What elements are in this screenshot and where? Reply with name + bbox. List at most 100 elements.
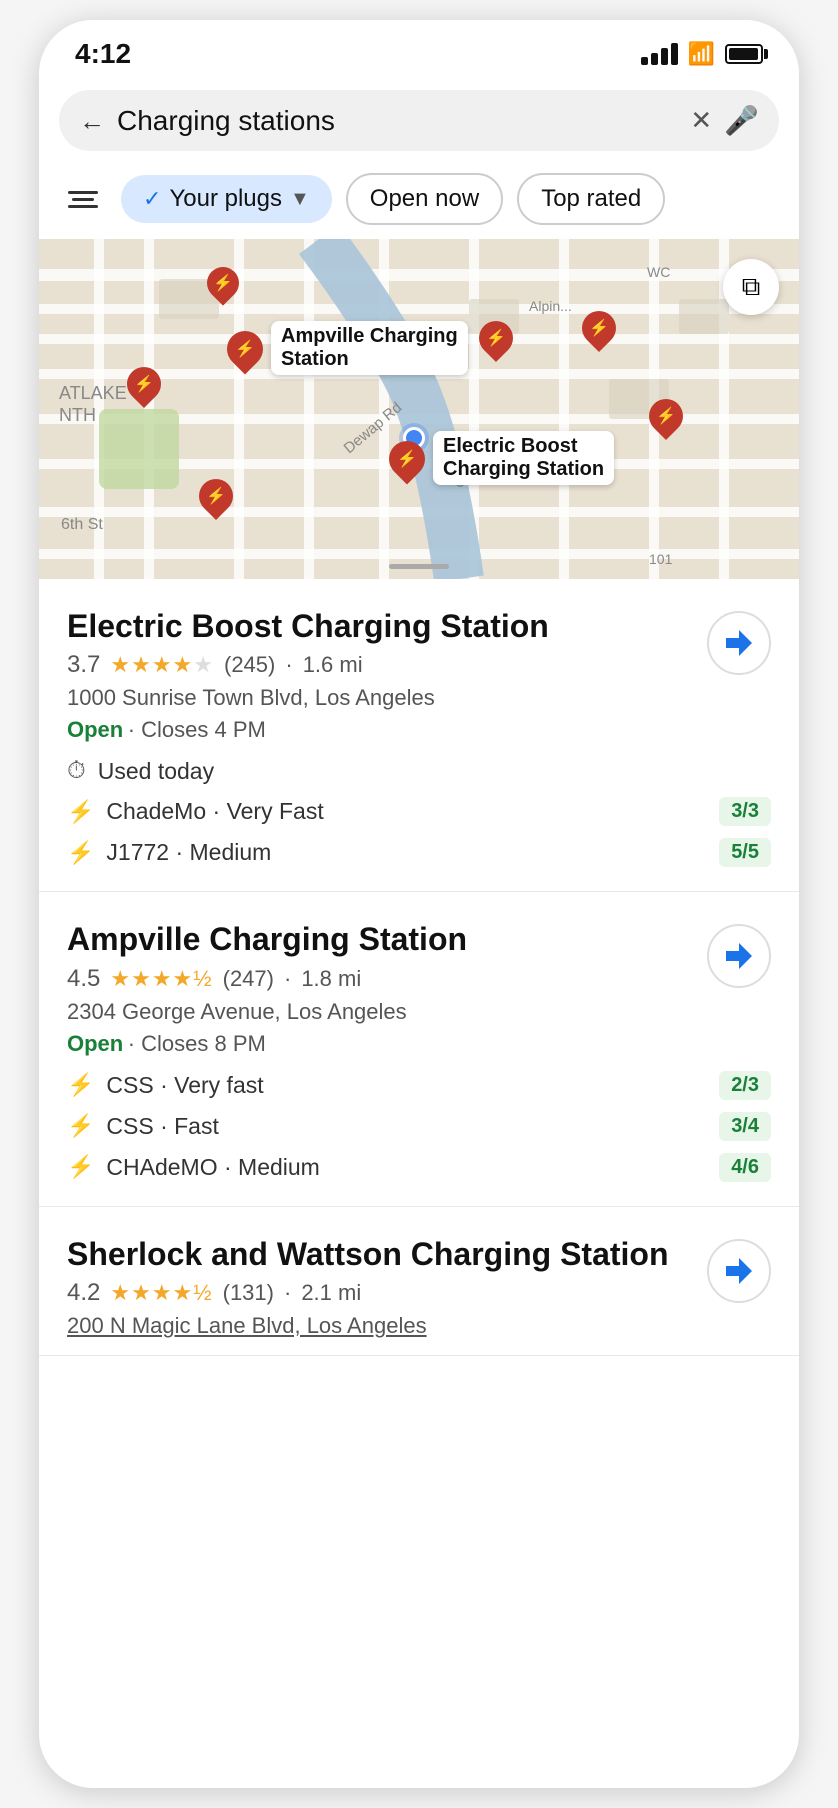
map-pin-electric-boost[interactable]: ⚡ Electric BoostCharging Station bbox=[389, 441, 425, 477]
battery-icon bbox=[725, 44, 763, 64]
charger-row-1-0: ⚡ ChadeMo · Very Fast 3/3 bbox=[67, 797, 771, 826]
svg-text:101: 101 bbox=[649, 551, 673, 567]
used-today-text: Used today bbox=[98, 758, 214, 785]
phone-frame: 4:12 📶 ← Charging stations ✕ 🎤 bbox=[39, 20, 799, 1788]
electric-boost-pin-label: Electric BoostCharging Station bbox=[433, 431, 614, 485]
rating-3: 4.2 bbox=[67, 1279, 100, 1307]
avail-badge-1-0: 3/3 bbox=[719, 797, 771, 826]
map-pin-6[interactable]: ⚡ bbox=[649, 399, 683, 433]
directions-icon-3 bbox=[724, 1256, 754, 1286]
status-row-2: Open · Closes 8 PM bbox=[67, 1031, 693, 1057]
avail-badge-2-1: 3/4 bbox=[719, 1112, 771, 1141]
mic-button[interactable]: 🎤 bbox=[724, 104, 759, 137]
result-name-1: Electric Boost Charging Station bbox=[67, 607, 693, 645]
directions-icon-2 bbox=[724, 941, 754, 971]
map-layers-button[interactable]: ⧉ bbox=[723, 259, 779, 315]
map-pin-5[interactable]: ⚡ bbox=[582, 311, 616, 345]
charger-row-left-2-1: ⚡ CSS · Fast bbox=[67, 1113, 219, 1140]
search-bar: ← Charging stations ✕ 🎤 bbox=[59, 90, 779, 151]
search-query[interactable]: Charging stations bbox=[117, 105, 678, 137]
status-open-2: Open bbox=[67, 1031, 123, 1056]
charger-row-2-0: ⚡ CSS · Very fast 2/3 bbox=[67, 1071, 771, 1100]
charger-row-left-2-2: ⚡ CHAdeMO · Medium bbox=[67, 1154, 320, 1181]
chip-open-now[interactable]: Open now bbox=[346, 173, 503, 225]
chip-top-rated-label: Top rated bbox=[541, 185, 641, 213]
map-pin-4[interactable]: ⚡ bbox=[127, 367, 161, 401]
charger-type-1-1: J1772 · Medium bbox=[106, 839, 271, 866]
dot-sep-3: · bbox=[284, 1280, 291, 1306]
address-1: 1000 Sunrise Town Blvd, Los Angeles bbox=[67, 685, 693, 711]
stars-1: ★★★★★ bbox=[110, 652, 214, 678]
result-name-3: Sherlock and Wattson Charging Station bbox=[67, 1235, 693, 1273]
search-bar-container: ← Charging stations ✕ 🎤 bbox=[39, 80, 799, 165]
status-time: 4:12 bbox=[75, 38, 131, 70]
result-header-2: Ampville Charging Station 4.5 ★★★★½ (247… bbox=[67, 920, 771, 1056]
charger-row-1-1: ⚡ J1772 · Medium 5/5 bbox=[67, 838, 771, 867]
closes-2: · Closes 8 PM bbox=[128, 1031, 266, 1056]
map-pin-1[interactable]: ⚡ bbox=[207, 267, 239, 299]
svg-text:Alpin...: Alpin... bbox=[529, 298, 572, 314]
result-extra-2: ⚡ CSS · Very fast 2/3 ⚡ CSS · Fast 3/4 ⚡ bbox=[67, 1071, 771, 1182]
result-meta-3: 4.2 ★★★★½ (131) · 2.1 mi bbox=[67, 1279, 693, 1307]
result-info-2: Ampville Charging Station 4.5 ★★★★½ (247… bbox=[67, 920, 693, 1056]
filter-adjust-button[interactable] bbox=[59, 179, 107, 219]
chip-open-now-label: Open now bbox=[370, 185, 479, 213]
chevron-down-icon: ▼ bbox=[290, 188, 310, 211]
adjust-icon bbox=[68, 191, 98, 208]
avail-badge-1-1: 5/5 bbox=[719, 838, 771, 867]
charger-type-2-0: CSS · Very fast bbox=[106, 1072, 263, 1099]
result-header-3: Sherlock and Wattson Charging Station 4.… bbox=[67, 1235, 771, 1345]
charger-row-left-1-0: ⚡ ChadeMo · Very Fast bbox=[67, 798, 324, 825]
ampville-pin-label: Ampville ChargingStation bbox=[271, 321, 468, 375]
svg-text:WC: WC bbox=[647, 264, 670, 280]
rating-1: 3.7 bbox=[67, 651, 100, 679]
results-container: Electric Boost Charging Station 3.7 ★★★★… bbox=[39, 579, 799, 1356]
bolt-icon-2-1: ⚡ bbox=[67, 1113, 94, 1139]
status-bar: 4:12 📶 bbox=[39, 20, 799, 80]
map-pin-3[interactable]: ⚡ bbox=[479, 321, 513, 355]
signal-icon bbox=[641, 43, 678, 65]
dot-sep-1: · bbox=[285, 652, 292, 678]
status-open-1: Open bbox=[67, 717, 123, 742]
svg-text:ATLAKE: ATLAKE bbox=[59, 383, 127, 403]
result-name-2: Ampville Charging Station bbox=[67, 920, 693, 958]
wifi-icon: 📶 bbox=[688, 41, 715, 67]
result-header-1: Electric Boost Charging Station 3.7 ★★★★… bbox=[67, 607, 771, 743]
check-icon: ✓ bbox=[143, 186, 161, 212]
result-info-3: Sherlock and Wattson Charging Station 4.… bbox=[67, 1235, 693, 1345]
result-card-electric-boost: Electric Boost Charging Station 3.7 ★★★★… bbox=[39, 579, 799, 892]
clock-icon: ⏱ bbox=[67, 757, 86, 785]
distance-1: 1.6 mi bbox=[303, 652, 363, 678]
chip-your-plugs-label: Your plugs bbox=[169, 185, 282, 213]
map-pin-ampville[interactable]: ⚡ Ampville ChargingStation bbox=[227, 331, 263, 367]
result-meta-2: 4.5 ★★★★½ (247) · 1.8 mi bbox=[67, 965, 693, 993]
reviews-1: (245) bbox=[224, 652, 275, 678]
map-svg: ATLAKE NTH 6th St Dewap Rd Orland Ave Al… bbox=[39, 239, 799, 579]
status-icons: 📶 bbox=[641, 41, 763, 67]
avail-badge-2-2: 4/6 bbox=[719, 1153, 771, 1182]
directions-button-1[interactable] bbox=[707, 611, 771, 675]
layers-icon: ⧉ bbox=[742, 271, 761, 303]
clear-button[interactable]: ✕ bbox=[690, 105, 712, 136]
bolt-icon-2-0: ⚡ bbox=[67, 1072, 94, 1098]
rating-2: 4.5 bbox=[67, 965, 100, 993]
map-pin-8[interactable]: ⚡ bbox=[199, 479, 233, 513]
directions-button-2[interactable] bbox=[707, 924, 771, 988]
distance-2: 1.8 mi bbox=[301, 966, 361, 992]
svg-text:NTH: NTH bbox=[59, 405, 96, 425]
back-button[interactable]: ← bbox=[79, 108, 105, 134]
used-today-row: ⏱ Used today bbox=[67, 757, 771, 785]
map-container[interactable]: ATLAKE NTH 6th St Dewap Rd Orland Ave Al… bbox=[39, 239, 799, 579]
reviews-2: (247) bbox=[223, 966, 274, 992]
result-meta-1: 3.7 ★★★★★ (245) · 1.6 mi bbox=[67, 651, 693, 679]
result-extra-1: ⏱ Used today ⚡ ChadeMo · Very Fast 3/3 ⚡… bbox=[67, 757, 771, 867]
stars-3: ★★★★½ bbox=[110, 1280, 212, 1306]
chip-your-plugs[interactable]: ✓ Your plugs ▼ bbox=[121, 175, 332, 223]
filter-row: ✓ Your plugs ▼ Open now Top rated bbox=[39, 165, 799, 239]
chip-top-rated[interactable]: Top rated bbox=[517, 173, 665, 225]
reviews-3: (131) bbox=[223, 1280, 274, 1306]
address-2: 2304 George Avenue, Los Angeles bbox=[67, 999, 693, 1025]
svg-text:6th St: 6th St bbox=[61, 516, 103, 533]
charger-type-1-0: ChadeMo · Very Fast bbox=[106, 798, 323, 825]
directions-button-3[interactable] bbox=[707, 1239, 771, 1303]
